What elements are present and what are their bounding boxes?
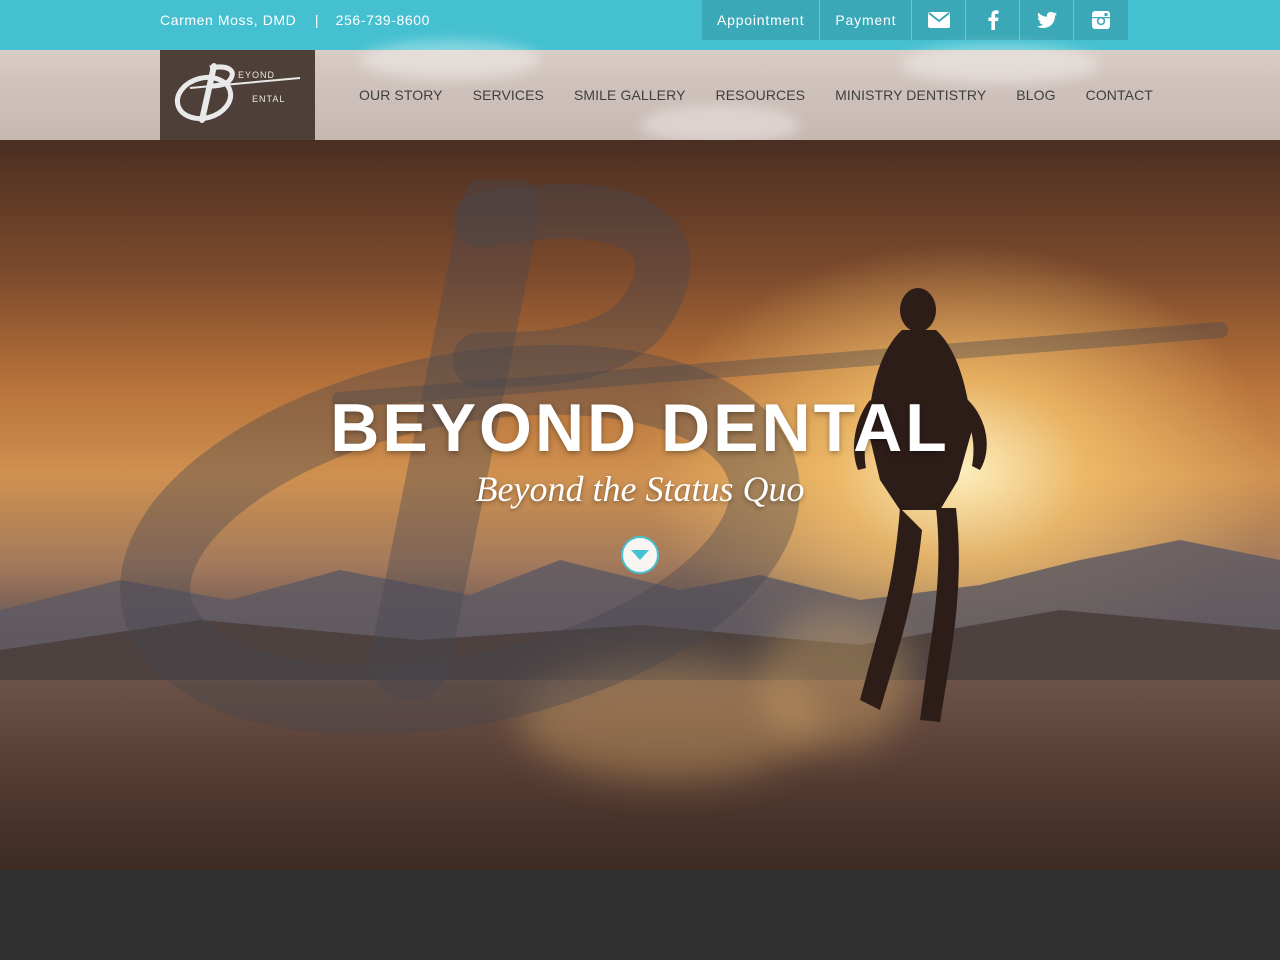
phone-number[interactable]: 256-739-8600: [336, 12, 430, 28]
instagram-icon: [1092, 11, 1111, 29]
scroll-down-button[interactable]: [621, 536, 659, 574]
doctor-name: Carmen Moss, DMD: [160, 12, 297, 28]
contact-info: Carmen Moss, DMD | 256-739-8600: [160, 0, 430, 40]
payment-button[interactable]: Payment: [820, 0, 913, 40]
nav-item-our-story[interactable]: OUR STORY: [344, 87, 458, 103]
chevron-down-icon: [631, 550, 649, 560]
nav-item-contact[interactable]: CONTACT: [1071, 87, 1168, 103]
hero-banner: BEYOND DENTAL Beyond the Status Quo: [0, 140, 1280, 870]
twitter-button[interactable]: [1020, 0, 1075, 40]
site-logo[interactable]: EYOND ENTAL: [160, 50, 315, 140]
logo-mark: EYOND ENTAL: [174, 63, 301, 123]
appointment-button[interactable]: Appointment: [702, 0, 821, 40]
email-button[interactable]: [912, 0, 967, 40]
twitter-icon: [1036, 12, 1057, 28]
logo-line1: EYOND: [238, 70, 275, 80]
nav-item-blog[interactable]: BLOG: [1001, 87, 1070, 103]
nav-item-services[interactable]: SERVICES: [458, 87, 559, 103]
hero-subtitle: Beyond the Status Quo: [475, 469, 805, 509]
facebook-icon: [988, 10, 999, 30]
main-nav: OUR STORY SERVICES SMILE GALLERY RESOURC…: [344, 50, 1168, 140]
nav-item-ministry-dentistry[interactable]: MINISTRY DENTISTRY: [820, 87, 1001, 103]
hero-title: BEYOND DENTAL: [330, 390, 950, 466]
envelope-icon: [927, 12, 950, 28]
top-bar: Carmen Moss, DMD | 256-739-8600 Appointm…: [0, 0, 1280, 50]
separator: |: [314, 12, 320, 28]
facebook-button[interactable]: [966, 0, 1021, 40]
nav-item-smile-gallery[interactable]: SMILE GALLERY: [559, 87, 701, 103]
nav-item-resources[interactable]: RESOURCES: [701, 87, 821, 103]
runner-image: [854, 288, 987, 722]
footer-band: [0, 870, 1280, 960]
logo-line2: ENTAL: [252, 94, 285, 104]
top-actions: Appointment Payment: [702, 0, 1129, 40]
instagram-button[interactable]: [1074, 0, 1129, 40]
